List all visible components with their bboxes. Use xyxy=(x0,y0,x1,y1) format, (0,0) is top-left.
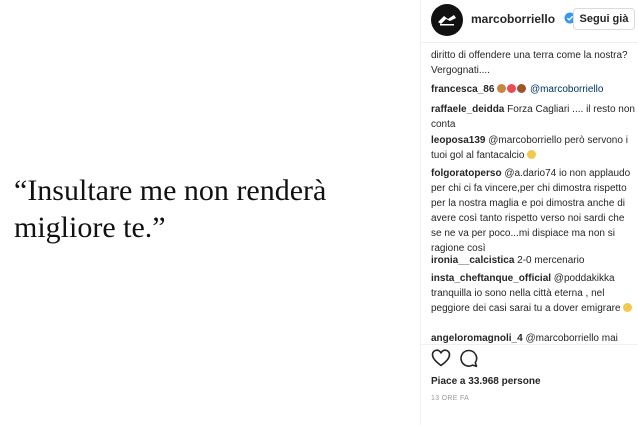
likes-count[interactable]: Piace a 33.968 persone xyxy=(431,376,541,387)
comment-author[interactable]: leoposa139 xyxy=(431,135,485,146)
post-header: marcoborriello Segui già xyxy=(421,0,638,43)
comment-author[interactable]: raffaele_deidda xyxy=(431,104,504,115)
comment-author[interactable]: francesca_86 xyxy=(431,84,494,95)
post-actions: Piace a 33.968 persone 13 ORE FA xyxy=(421,344,638,426)
username-link[interactable]: marcoborriello xyxy=(471,12,555,26)
post-sidebar: marcoborriello Segui già diritto di offe… xyxy=(420,0,638,425)
avatar[interactable] xyxy=(431,4,463,36)
flexed-biceps-emoji-icon xyxy=(517,84,527,93)
comment: angeloromagnoli_4 @marcoborriello mai xyxy=(431,331,635,344)
red-heart-emoji-icon xyxy=(507,84,517,93)
comment-icon[interactable] xyxy=(459,349,478,368)
comment-text: 2-0 mercenario xyxy=(514,255,585,266)
comment-text: @marcoborriello mai xyxy=(522,333,618,344)
comment-author[interactable]: angeloromagnoli_4 xyxy=(431,333,523,344)
comment: francesca_86 @marcoborriello xyxy=(431,82,635,97)
comment-author[interactable]: insta_cheftanque_official xyxy=(431,273,551,284)
winking-face-emoji-icon xyxy=(623,303,633,312)
comment-text: @a.dario74 io non applaudo per chi ci fa… xyxy=(431,168,631,254)
ok-hand-emoji-icon xyxy=(497,84,507,93)
logo-icon xyxy=(438,15,456,26)
comment: diritto di offendere una terra come la n… xyxy=(431,48,635,78)
heart-icon[interactable] xyxy=(431,349,451,367)
comment-author[interactable]: folgoratoperso xyxy=(431,168,502,179)
comment: folgoratoperso @a.dario74 io non applaud… xyxy=(431,166,635,256)
post-quote-text: “Insultare me non renderà migliore te.” xyxy=(14,174,327,244)
comment-text[interactable]: @marcoborriello xyxy=(527,84,604,95)
smiling-face-emoji-icon xyxy=(527,150,537,159)
comment: leoposa139 @marcoborriello però servono … xyxy=(431,133,635,163)
bottom-area xyxy=(0,384,420,425)
comment: insta_cheftanque_official @poddakikka tr… xyxy=(431,271,635,316)
comment: raffaele_deidda Forza Cagliari .... il r… xyxy=(431,102,635,132)
following-button[interactable]: Segui già xyxy=(573,8,635,30)
post-timestamp[interactable]: 13 ORE FA xyxy=(431,395,469,402)
comments-list: diritto di offendere una terra come la n… xyxy=(421,44,638,344)
post-image: “Insultare me non renderà migliore te.” xyxy=(0,0,420,425)
comment-author[interactable]: ironia__calcistica xyxy=(431,255,514,266)
comment: ironia__calcistica 2-0 mercenario xyxy=(431,253,635,268)
comment-text: diritto di offendere una terra come la n… xyxy=(431,50,628,76)
